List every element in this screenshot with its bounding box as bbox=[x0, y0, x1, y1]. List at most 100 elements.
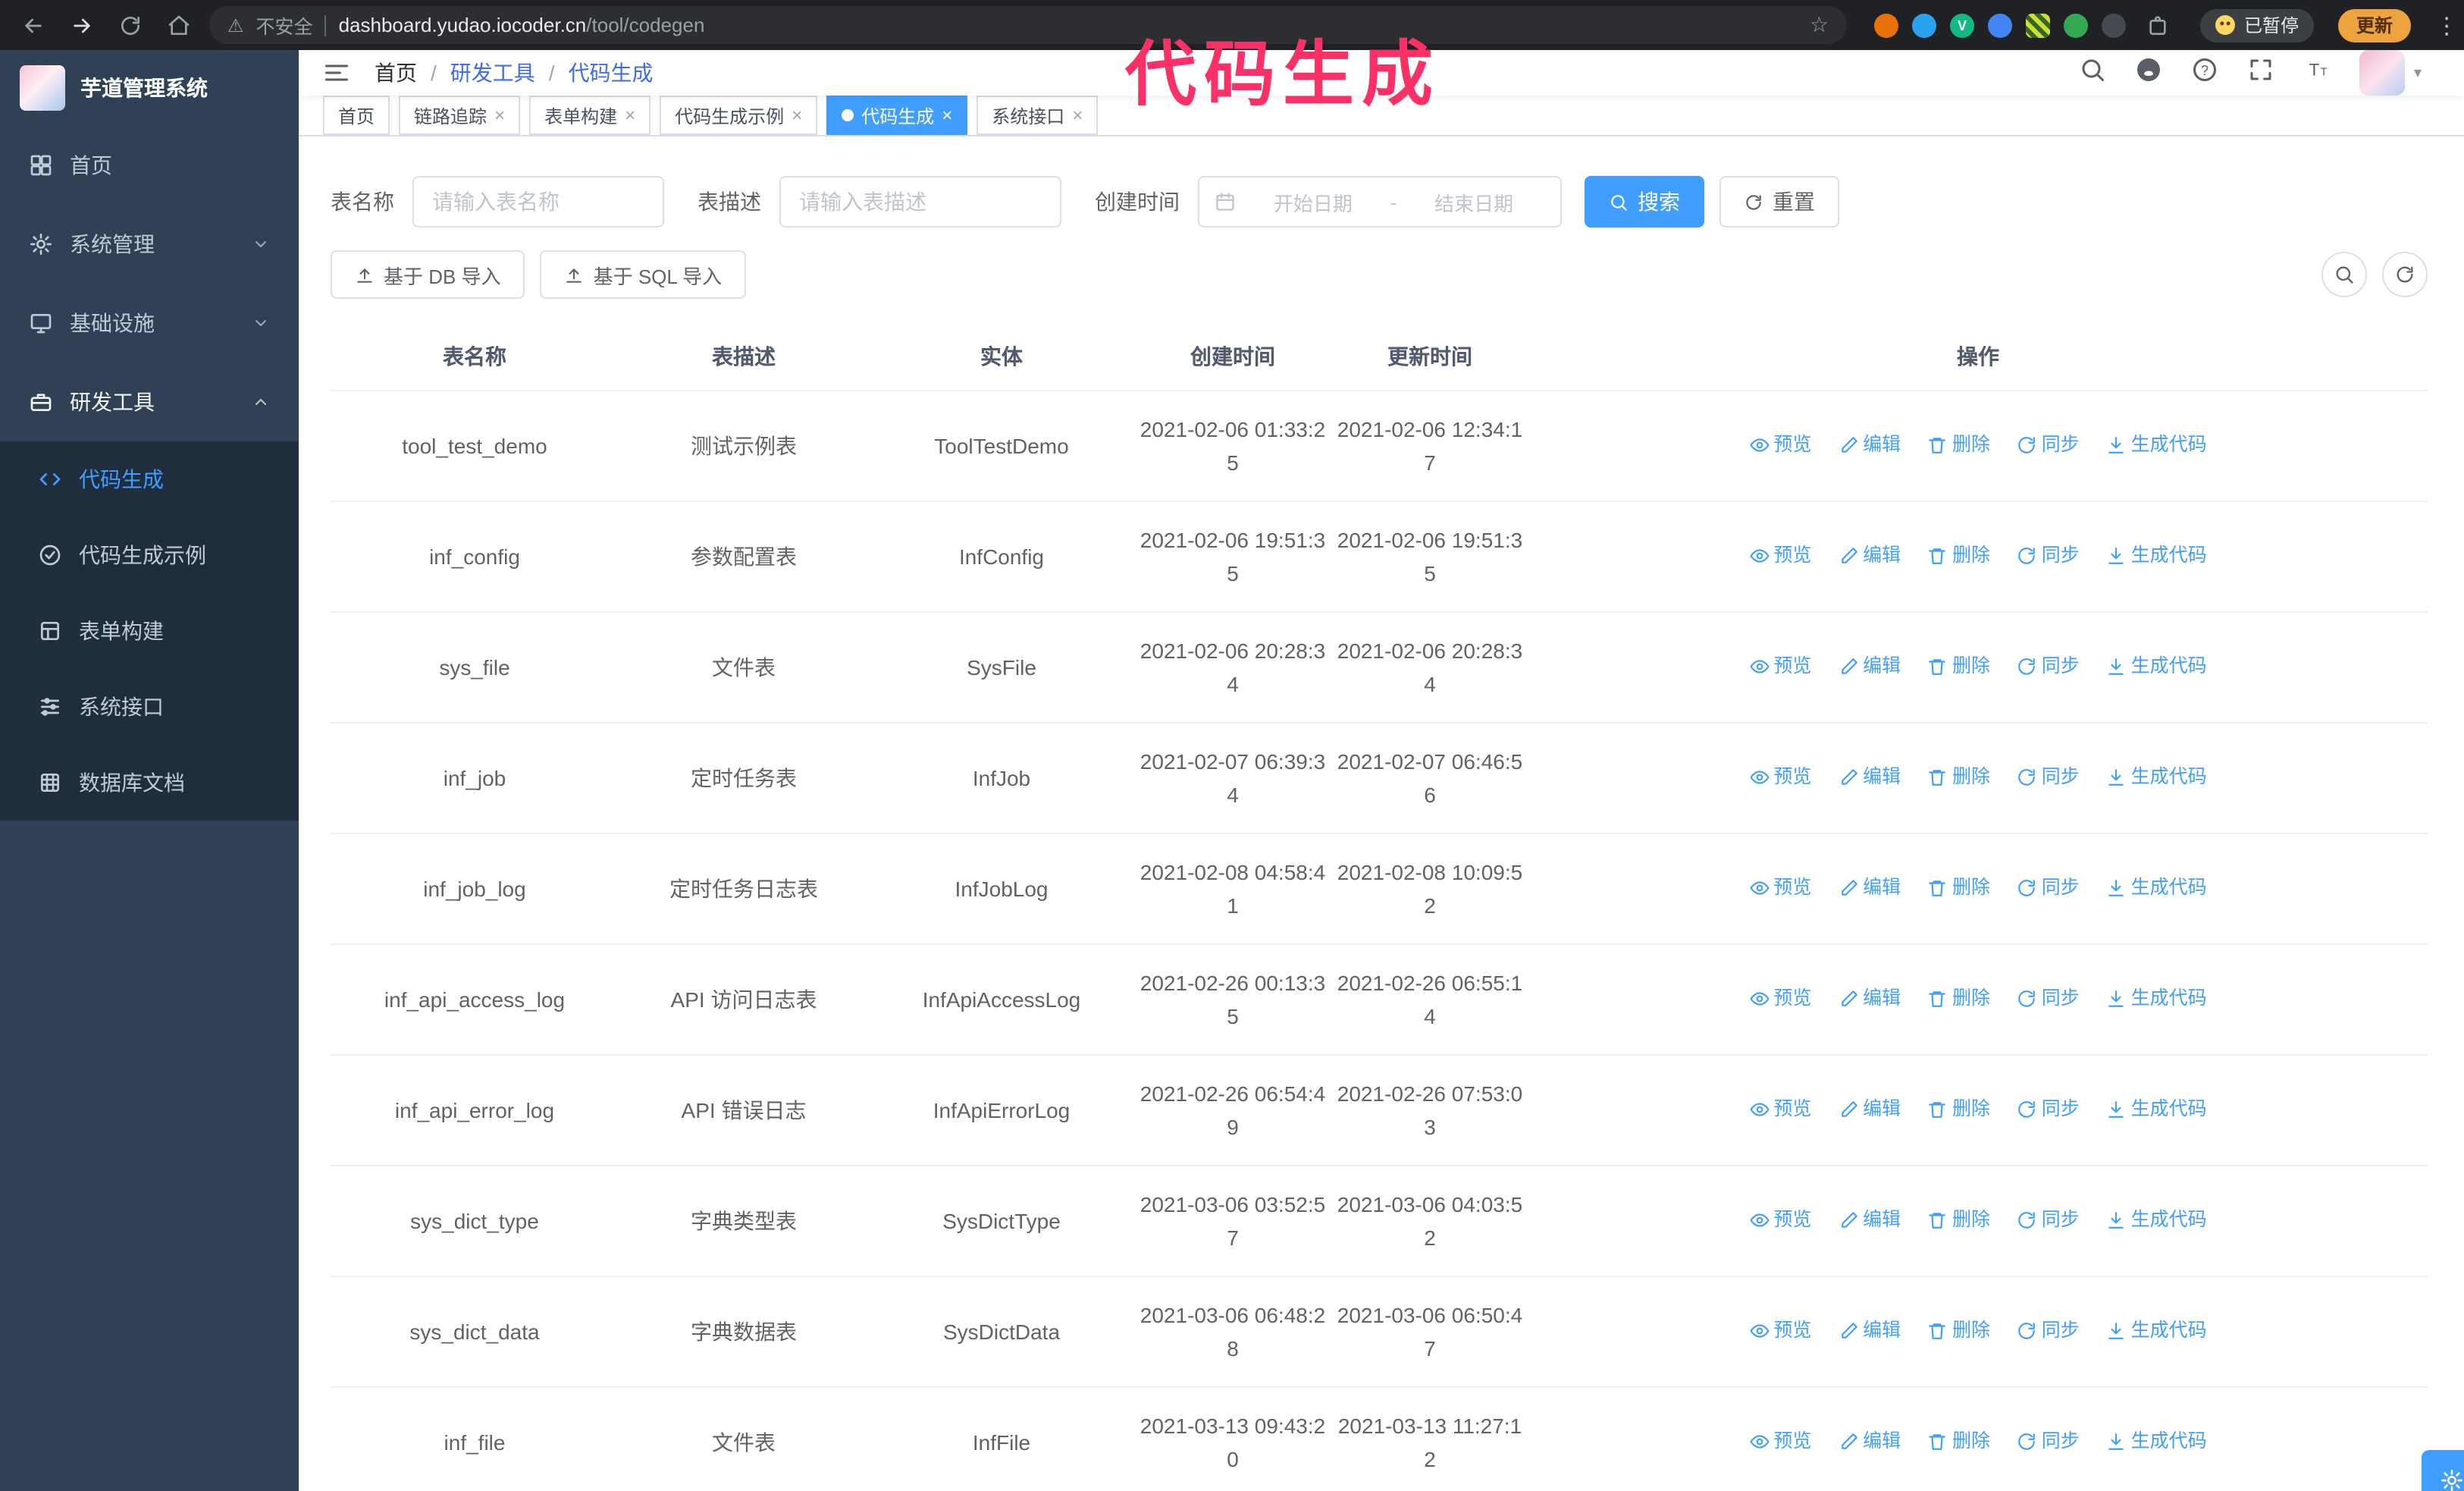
close-icon[interactable]: × bbox=[494, 106, 505, 124]
generate-code-link[interactable]: 生成代码 bbox=[2107, 761, 2207, 794]
browser-menu-button[interactable]: ⋮ bbox=[2435, 11, 2458, 39]
delete-link[interactable]: 删除 bbox=[1928, 539, 1990, 573]
extension-leaf-icon[interactable] bbox=[2064, 13, 2088, 37]
sidebar-toggle-button[interactable] bbox=[323, 59, 350, 86]
preview-link[interactable]: 预览 bbox=[1749, 539, 1811, 573]
sidebar-item-form-builder[interactable]: 表单构建 bbox=[0, 593, 299, 669]
refresh-button[interactable] bbox=[112, 7, 149, 43]
preview-link[interactable]: 预览 bbox=[1749, 1425, 1811, 1458]
import-db-button[interactable]: 基于 DB 导入 bbox=[331, 250, 525, 299]
close-icon[interactable]: × bbox=[1072, 106, 1083, 124]
preview-link[interactable]: 预览 bbox=[1749, 1093, 1811, 1126]
forward-button[interactable] bbox=[64, 7, 100, 43]
preview-link[interactable]: 预览 bbox=[1749, 761, 1811, 794]
update-button[interactable]: 更新 bbox=[2338, 8, 2412, 42]
sidebar-item-codegen-example[interactable]: 代码生成示例 bbox=[0, 517, 299, 593]
sidebar-item-home[interactable]: 首页 bbox=[0, 126, 299, 205]
refresh-table-button[interactable] bbox=[2382, 252, 2428, 297]
delete-link[interactable]: 删除 bbox=[1928, 761, 1990, 794]
generate-code-link[interactable]: 生成代码 bbox=[2107, 1425, 2207, 1458]
sync-link[interactable]: 同步 bbox=[2017, 982, 2080, 1015]
generate-code-link[interactable]: 生成代码 bbox=[2107, 1314, 2207, 1348]
generate-code-link[interactable]: 生成代码 bbox=[2107, 1204, 2207, 1237]
generate-code-link[interactable]: 生成代码 bbox=[2107, 539, 2207, 573]
preview-link[interactable]: 预览 bbox=[1749, 871, 1811, 905]
breadcrumb-dev-tools[interactable]: 研发工具 bbox=[450, 58, 535, 88]
preview-link[interactable]: 预览 bbox=[1749, 1204, 1811, 1237]
delete-link[interactable]: 删除 bbox=[1928, 1204, 1990, 1237]
preview-link[interactable]: 预览 bbox=[1749, 1314, 1811, 1348]
date-range-picker[interactable]: 开始日期 - 结束日期 bbox=[1198, 176, 1562, 228]
sync-link[interactable]: 同步 bbox=[2017, 1425, 2080, 1458]
generate-code-link[interactable]: 生成代码 bbox=[2107, 982, 2207, 1015]
delete-link[interactable]: 删除 bbox=[1928, 871, 1990, 905]
back-button[interactable] bbox=[15, 7, 52, 43]
tag-trace[interactable]: 链路追踪 × bbox=[399, 96, 521, 135]
reset-button[interactable]: 重置 bbox=[1719, 176, 1839, 228]
edit-link[interactable]: 编辑 bbox=[1839, 982, 1901, 1015]
sidebar-item-system-mgmt[interactable]: 系统管理 bbox=[0, 205, 299, 284]
extension-stripes-icon[interactable] bbox=[2026, 13, 2050, 37]
edit-link[interactable]: 编辑 bbox=[1839, 539, 1901, 573]
tag-code-generation[interactable]: 代码生成 × bbox=[826, 96, 968, 135]
generate-code-link[interactable]: 生成代码 bbox=[2107, 650, 2207, 683]
extension-paw-icon[interactable] bbox=[2102, 13, 2126, 37]
delete-link[interactable]: 删除 bbox=[1928, 1314, 1990, 1348]
tag-codegen-example[interactable]: 代码生成示例 × bbox=[660, 96, 818, 135]
sync-link[interactable]: 同步 bbox=[2017, 1314, 2080, 1348]
sync-link[interactable]: 同步 bbox=[2017, 428, 2080, 462]
breadcrumb-home[interactable]: 首页 bbox=[375, 58, 417, 88]
preview-link[interactable]: 预览 bbox=[1749, 650, 1811, 683]
sidebar-item-system-api[interactable]: 系统接口 bbox=[0, 669, 299, 745]
fullscreen-button[interactable] bbox=[2247, 55, 2274, 90]
edit-link[interactable]: 编辑 bbox=[1839, 761, 1901, 794]
delete-link[interactable]: 删除 bbox=[1928, 428, 1990, 462]
preview-link[interactable]: 预览 bbox=[1749, 982, 1811, 1015]
preview-link[interactable]: 预览 bbox=[1749, 428, 1811, 462]
sync-link[interactable]: 同步 bbox=[2017, 650, 2080, 683]
extension-fox-icon[interactable] bbox=[1874, 13, 1898, 37]
sync-link[interactable]: 同步 bbox=[2017, 539, 2080, 573]
search-button[interactable] bbox=[2079, 55, 2106, 90]
edit-link[interactable]: 编辑 bbox=[1839, 871, 1901, 905]
edit-link[interactable]: 编辑 bbox=[1839, 428, 1901, 462]
bookmark-star-icon[interactable]: ☆ bbox=[1810, 13, 1829, 37]
edit-link[interactable]: 编辑 bbox=[1839, 650, 1901, 683]
close-icon[interactable]: × bbox=[792, 106, 802, 124]
sidebar-item-db-docs[interactable]: 数据库文档 bbox=[0, 745, 299, 821]
font-size-button[interactable]: TT bbox=[2303, 55, 2331, 90]
tag-system-api[interactable]: 系统接口 × bbox=[977, 96, 1099, 135]
paused-badge[interactable]: 已暂停 bbox=[2200, 8, 2315, 42]
import-sql-button[interactable]: 基于 SQL 导入 bbox=[540, 250, 747, 299]
extension-drop-icon[interactable] bbox=[1912, 13, 1936, 37]
home-button[interactable] bbox=[161, 7, 197, 43]
sync-link[interactable]: 同步 bbox=[2017, 761, 2080, 794]
extensions-puzzle-icon[interactable] bbox=[2140, 7, 2176, 43]
toggle-search-button[interactable] bbox=[2321, 252, 2367, 297]
help-button[interactable]: ? bbox=[2191, 55, 2218, 90]
delete-link[interactable]: 删除 bbox=[1928, 982, 1990, 1015]
generate-code-link[interactable]: 生成代码 bbox=[2107, 428, 2207, 462]
table-desc-input[interactable] bbox=[779, 176, 1061, 228]
close-icon[interactable]: × bbox=[942, 106, 952, 124]
tag-form-builder[interactable]: 表单构建 × bbox=[529, 96, 651, 135]
search-button[interactable]: 搜索 bbox=[1585, 176, 1704, 228]
delete-link[interactable]: 删除 bbox=[1928, 1093, 1990, 1126]
address-bar[interactable]: ⚠ 不安全 dashboard.yudao.iocoder.cn/tool/co… bbox=[209, 6, 1847, 44]
generate-code-link[interactable]: 生成代码 bbox=[2107, 871, 2207, 905]
sync-link[interactable]: 同步 bbox=[2017, 1093, 2080, 1126]
sidebar-item-dev-tools[interactable]: 研发工具 bbox=[0, 363, 299, 441]
sidebar-item-code-generation[interactable]: 代码生成 bbox=[0, 441, 299, 517]
github-button[interactable] bbox=[2135, 55, 2162, 90]
generate-code-link[interactable]: 生成代码 bbox=[2107, 1093, 2207, 1126]
settings-fab-button[interactable] bbox=[2422, 1450, 2464, 1491]
close-icon[interactable]: × bbox=[625, 106, 635, 124]
edit-link[interactable]: 编辑 bbox=[1839, 1093, 1901, 1126]
edit-link[interactable]: 编辑 bbox=[1839, 1425, 1901, 1458]
table-name-input[interactable] bbox=[412, 176, 664, 228]
tag-home[interactable]: 首页 bbox=[323, 96, 390, 135]
extension-v-icon[interactable]: V bbox=[1950, 13, 1974, 37]
delete-link[interactable]: 删除 bbox=[1928, 650, 1990, 683]
sync-link[interactable]: 同步 bbox=[2017, 871, 2080, 905]
edit-link[interactable]: 编辑 bbox=[1839, 1204, 1901, 1237]
